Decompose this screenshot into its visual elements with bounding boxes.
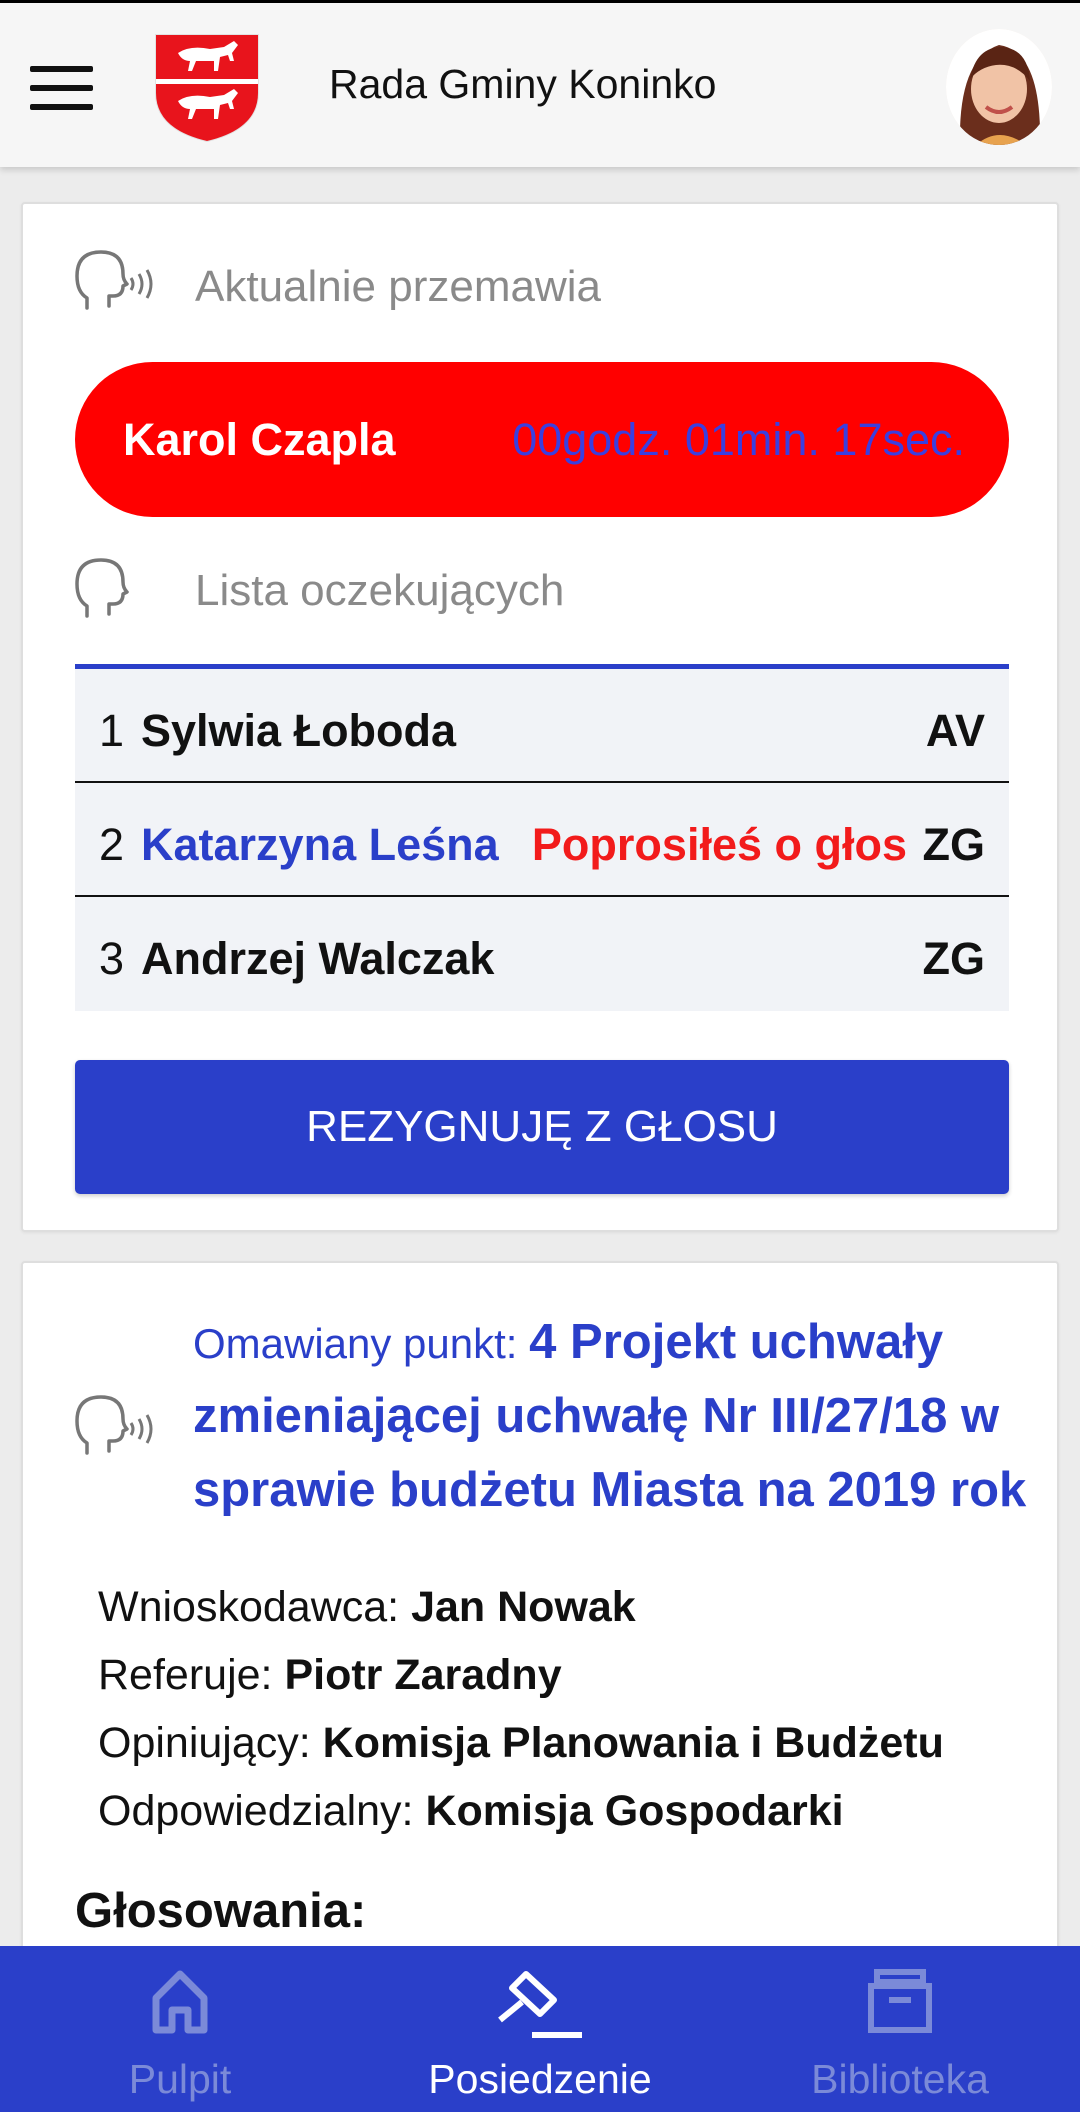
detail-row-responsible: Odpowiedzialny: Komisja Gospodarki [98, 1777, 944, 1845]
app-bar: Rada Gminy Koninko [0, 0, 1080, 167]
list-item-current-user: 2 Katarzyna Leśna Poprosiłeś o głos ZG [75, 783, 1009, 897]
nav-label: Biblioteka [811, 2056, 989, 2102]
agenda-item-prefix: Omawiany punkt: [193, 1320, 530, 1367]
votes-heading: Głosowania: [75, 1884, 367, 1938]
detail-label: Wnioskodawca: [98, 1583, 412, 1631]
queue-section-label: Lista oczekujących [195, 566, 565, 615]
archive-icon [868, 1969, 932, 2033]
queue-member-name: Katarzyna Leśna [141, 819, 499, 870]
queue-club: AV [925, 705, 985, 756]
queue-member-name: Sylwia Łoboda [141, 705, 457, 756]
queue-head-icon [75, 558, 129, 618]
detail-value: Jan Nowak [411, 1583, 636, 1631]
speaking-head-icon [75, 1395, 153, 1455]
detail-row-applicant: Wnioskodawca: Jan Nowak [98, 1573, 944, 1641]
queue-position: 1 [99, 705, 125, 756]
menu-icon[interactable] [30, 66, 93, 110]
current-speaker-banner: Karol Czapla 00godz. 01min. 17sec. [75, 362, 1009, 517]
user-avatar[interactable] [946, 29, 1052, 145]
avatar-portrait-icon [946, 29, 1052, 145]
detail-value: Piotr Zaradny [284, 1651, 562, 1699]
agenda-details: Wnioskodawca: Jan Nowak Referuje: Piotr … [98, 1573, 944, 1845]
queue-position: 3 [99, 933, 125, 984]
speaking-section-label: Aktualnie przemawia [195, 262, 601, 311]
bottom-navigation: Pulpit Posiedzenie Biblioteka [0, 1946, 1080, 2112]
agenda-item-heading: Omawiany punkt: 4 Projekt uchwały zmieni… [193, 1311, 1053, 1533]
waiting-list: 1 Sylwia Łoboda AV 2 Katarzyna Leśna Pop… [75, 664, 1009, 1011]
detail-label: Opiniujący: [98, 1719, 323, 1767]
list-item: 3 Andrzej Walczak ZG [75, 897, 1009, 1011]
detail-value: Komisja Planowania i Budżetu [322, 1719, 944, 1767]
detail-row-rapporteur: Referuje: Piotr Zaradny [98, 1641, 944, 1709]
nav-label: Pulpit [128, 2056, 232, 2102]
app-title: Rada Gminy Koninko [329, 61, 717, 107]
detail-label: Odpowiedzialny: [98, 1787, 426, 1835]
nav-label: Posiedzenie [428, 2056, 652, 2102]
home-icon [152, 1970, 208, 2034]
list-item: 1 Sylwia Łoboda AV [75, 669, 1009, 783]
queue-member-name: Andrzej Walczak [141, 933, 495, 984]
queue-club: ZG [922, 933, 986, 984]
queue-position: 2 [99, 819, 125, 870]
detail-value: Komisja Gospodarki [425, 1787, 844, 1835]
current-speaker-name: Karol Czapla [123, 414, 396, 465]
queue-club: ZG [922, 819, 986, 870]
detail-label: Referuje: [98, 1651, 285, 1699]
detail-row-reviewer: Opiniujący: Komisja Planowania i Budżetu [98, 1709, 944, 1777]
nav-item-posiedzenie[interactable]: Posiedzenie [360, 1946, 720, 2112]
nav-item-pulpit[interactable]: Pulpit [0, 1946, 360, 2112]
speaking-card: Aktualnie przemawia Karol Czapla 00godz.… [21, 202, 1059, 1232]
gavel-icon [498, 1971, 582, 2038]
speaking-timer: 00godz. 01min. 17sec. [512, 414, 965, 465]
coat-of-arms-logo [155, 34, 259, 143]
resign-speech-button[interactable]: REZYGNUJĘ Z GŁOSU [75, 1060, 1009, 1194]
request-status: Poprosiłeś o głos [531, 819, 907, 870]
nav-item-biblioteka[interactable]: Biblioteka [720, 1946, 1080, 2112]
speaking-head-icon [75, 250, 153, 310]
